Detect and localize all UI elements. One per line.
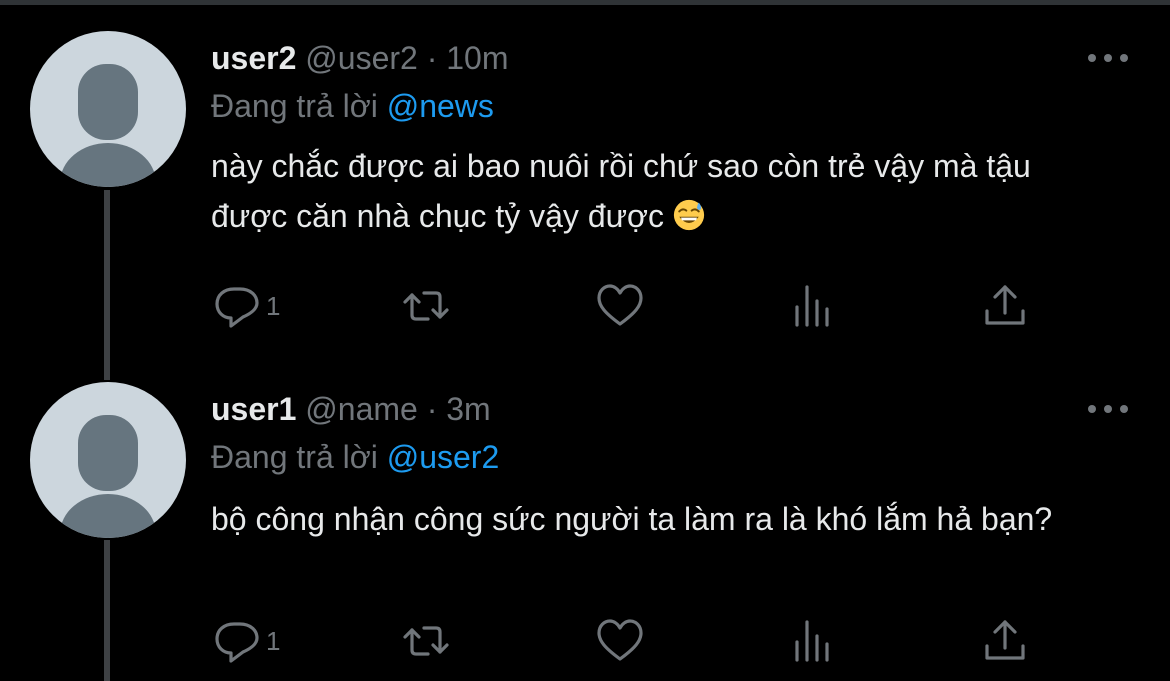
heart-icon	[597, 284, 643, 326]
like-button[interactable]	[595, 278, 645, 334]
retweet-icon	[403, 291, 449, 321]
tweet-text-body: này chắc được ai bao nuôi rồi chứ sao cò…	[211, 148, 1031, 234]
views-button[interactable]	[789, 278, 839, 334]
share-button[interactable]	[980, 278, 1030, 334]
more-icon[interactable]	[1088, 404, 1128, 414]
reply-mention-link[interactable]: @user2	[387, 439, 500, 475]
reply-button[interactable]: 1	[212, 613, 280, 669]
separator-dot: ·	[426, 40, 438, 76]
reply-prefix: Đang trả lời	[211, 88, 378, 124]
tweet-actions: 1	[0, 613, 1170, 669]
tweet-text: bộ công nhận công sức người ta làm ra là…	[211, 494, 1111, 544]
tweet[interactable]: user1 @name · 3m Đang trả lời @user2 bộ …	[0, 360, 1170, 681]
reply-context: Đang trả lời @user2	[211, 437, 499, 477]
avatar[interactable]	[30, 382, 186, 538]
reply-mention-link[interactable]: @news	[387, 88, 494, 124]
timestamp[interactable]: 10m	[446, 40, 508, 76]
reply-prefix: Đang trả lời	[211, 439, 378, 475]
retweet-icon	[403, 626, 449, 656]
views-icon	[795, 620, 829, 662]
avatar[interactable]	[30, 31, 186, 187]
timestamp[interactable]: 3m	[446, 391, 490, 427]
tweet[interactable]: user2 @user2 · 10m Đang trả lời @news nà…	[0, 0, 1170, 380]
tweet-header: user2 @user2 · 10m	[211, 38, 509, 78]
reply-icon	[215, 287, 259, 328]
reply-icon	[215, 622, 259, 663]
retweet-button[interactable]	[401, 613, 451, 669]
avatar-body-shape	[60, 143, 156, 187]
retweet-button[interactable]	[401, 278, 451, 334]
reply-button[interactable]: 1	[212, 278, 280, 334]
avatar-head-shape	[78, 64, 138, 140]
share-icon	[985, 285, 1025, 325]
reply-count: 1	[266, 625, 281, 656]
more-icon[interactable]	[1088, 53, 1128, 63]
tweet-header: user1 @name · 3m	[211, 389, 491, 429]
like-button[interactable]	[595, 613, 645, 669]
tweet-actions: 1	[0, 278, 1170, 334]
grinning-face-with-sweat-icon	[673, 199, 705, 231]
tweet-text: này chắc được ai bao nuôi rồi chứ sao cò…	[211, 141, 1111, 241]
user-handle[interactable]: @name	[305, 391, 418, 427]
share-icon	[985, 620, 1025, 660]
display-name[interactable]: user1	[211, 391, 296, 427]
display-name[interactable]: user2	[211, 40, 296, 76]
separator-dot: ·	[426, 391, 438, 427]
avatar-body-shape	[60, 494, 156, 538]
heart-icon	[597, 619, 643, 661]
user-handle[interactable]: @user2	[305, 40, 418, 76]
avatar-head-shape	[78, 415, 138, 491]
share-button[interactable]	[980, 613, 1030, 669]
tweet-text-body: bộ công nhận công sức người ta làm ra là…	[211, 501, 1053, 537]
reply-context: Đang trả lời @news	[211, 86, 494, 126]
views-icon	[795, 285, 829, 327]
reply-count: 1	[266, 290, 281, 321]
views-button[interactable]	[789, 613, 839, 669]
